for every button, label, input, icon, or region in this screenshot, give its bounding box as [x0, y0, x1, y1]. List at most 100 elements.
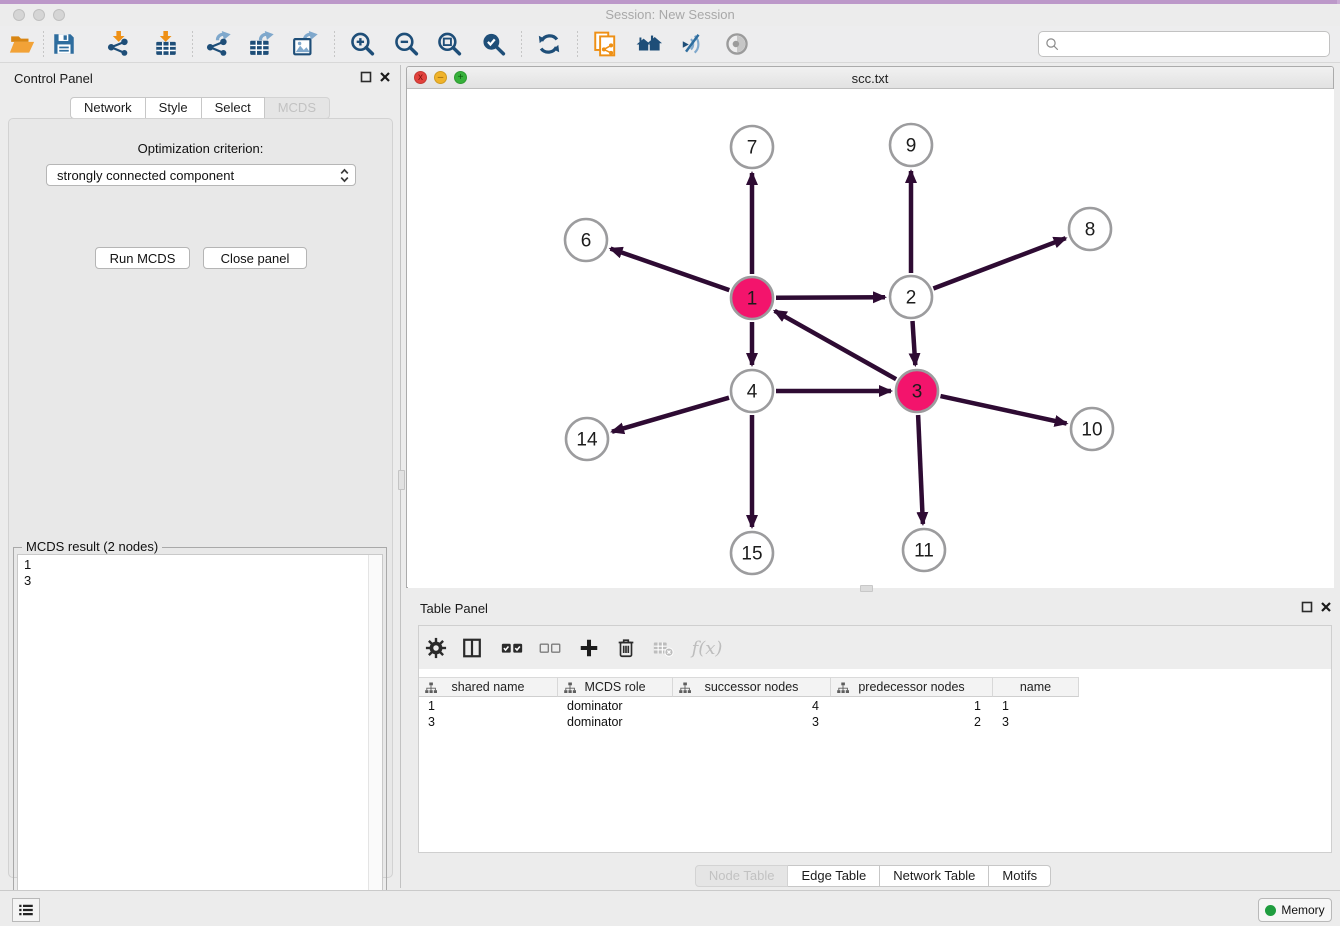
hide-graphics-details-button[interactable]: [677, 29, 707, 59]
column-header-predecessor-nodes[interactable]: predecessor nodes: [831, 677, 993, 697]
show-graphics-eye-button[interactable]: [722, 29, 752, 59]
column-header-successor-nodes[interactable]: successor nodes: [673, 677, 831, 697]
add-row-button[interactable]: [576, 635, 602, 661]
column-header-shared-name[interactable]: shared name: [419, 677, 558, 697]
column-view-button[interactable]: [459, 635, 485, 661]
task-history-button[interactable]: [12, 898, 40, 922]
zoom-fit-icon: [436, 31, 462, 57]
graph-edge-4-14[interactable]: [612, 398, 729, 432]
app-titlebar: Session: New Session: [0, 4, 1340, 26]
table-tabs: Node TableEdge TableNetwork TableMotifs: [406, 865, 1340, 887]
import-table-icon: [153, 31, 179, 57]
graph-node-label: 8: [1085, 220, 1096, 241]
graph-node-2[interactable]: 2: [890, 276, 932, 318]
refresh-view-button[interactable]: [534, 29, 564, 59]
import-table-button[interactable]: [151, 29, 181, 59]
table-cell-predecessor-nodes[interactable]: 1: [831, 698, 993, 714]
graph-edge-1-2[interactable]: [776, 297, 885, 298]
table-close-icon[interactable]: [1318, 599, 1334, 615]
vertical-splitter-grip[interactable]: [398, 470, 405, 490]
attribute-type-icon: [425, 682, 437, 694]
list-icon: [17, 901, 35, 919]
settings-gear-button[interactable]: [423, 635, 449, 661]
close-panel-button[interactable]: Close panel: [203, 247, 307, 269]
optimization-criterion-dropdown[interactable]: strongly connected component: [46, 164, 356, 186]
table-cell-MCDS-role[interactable]: dominator: [558, 698, 673, 714]
table-cell-MCDS-role[interactable]: dominator: [558, 714, 673, 730]
clone-network-button[interactable]: [590, 29, 620, 59]
deselect-all-button[interactable]: [537, 635, 563, 661]
import-network-button[interactable]: [104, 29, 134, 59]
graph-edge-1-6[interactable]: [611, 249, 730, 291]
network-window-titlebar[interactable]: x – + scc.txt: [407, 67, 1333, 89]
zoom-fit-button[interactable]: [434, 29, 464, 59]
tab-select[interactable]: Select: [202, 97, 265, 119]
save-session-icon: [51, 31, 77, 57]
tab-motifs[interactable]: Motifs: [989, 865, 1051, 887]
search-input[interactable]: [1064, 34, 1329, 54]
graph-node-3[interactable]: 3: [896, 370, 938, 412]
table-cell-name[interactable]: 1: [993, 698, 1079, 714]
attribute-type-icon: [564, 682, 576, 694]
graph-node-9[interactable]: 9: [890, 124, 932, 166]
network-canvas[interactable]: 7 9 6 8 1 2 4 3 14 10 15 11: [408, 89, 1334, 588]
graph-node-14[interactable]: 14: [566, 418, 608, 460]
export-image-button[interactable]: [290, 29, 320, 59]
graph-node-7[interactable]: 7: [731, 126, 773, 168]
table-cell-predecessor-nodes[interactable]: 2: [831, 714, 993, 730]
delete-row-button[interactable]: [613, 635, 639, 661]
export-table-button[interactable]: [246, 29, 276, 59]
column-header-MCDS-role[interactable]: MCDS role: [558, 677, 673, 697]
save-session-button[interactable]: [49, 29, 79, 59]
graph-node-11[interactable]: 11: [903, 529, 945, 571]
column-header-name[interactable]: name: [993, 677, 1079, 697]
graph-node-15[interactable]: 15: [731, 532, 773, 574]
result-scrollbar[interactable]: [368, 555, 382, 917]
tab-network-table[interactable]: Network Table: [880, 865, 989, 887]
horizontal-splitter-grip[interactable]: [860, 585, 873, 592]
search-field[interactable]: [1038, 31, 1330, 57]
close-panel-icon[interactable]: [377, 69, 393, 85]
home-button[interactable]: [634, 29, 664, 59]
memory-button[interactable]: Memory: [1258, 898, 1332, 922]
graph-node-1[interactable]: 1: [731, 277, 773, 319]
graph-edge-2-8[interactable]: [933, 238, 1065, 288]
table-float-icon[interactable]: [1299, 599, 1315, 615]
table-cell-shared-name[interactable]: 1: [419, 698, 558, 714]
toolbar-separator: [521, 31, 522, 57]
graph-edge-3-1[interactable]: [775, 311, 897, 379]
table-cell-successor-nodes[interactable]: 4: [673, 698, 831, 714]
run-mcds-button[interactable]: Run MCDS: [95, 247, 190, 269]
graph-node-4[interactable]: 4: [731, 370, 773, 412]
open-file-button[interactable]: [7, 29, 37, 59]
zoom-in-button[interactable]: [347, 29, 377, 59]
zoom-out-button[interactable]: [391, 29, 421, 59]
export-network-button[interactable]: [203, 29, 233, 59]
graph-node-8[interactable]: 8: [1069, 208, 1111, 250]
mcds-result-area[interactable]: 1 3: [17, 554, 383, 918]
tab-edge-table[interactable]: Edge Table: [788, 865, 880, 887]
zoom-selected-button[interactable]: [478, 29, 508, 59]
graph-node-6[interactable]: 6: [565, 219, 607, 261]
graph-edge-3-10[interactable]: [941, 396, 1067, 423]
select-all-button[interactable]: [499, 635, 525, 661]
table-cell-successor-nodes[interactable]: 3: [673, 714, 831, 730]
attribute-type-icon: [679, 682, 691, 694]
graph-node-10[interactable]: 10: [1071, 408, 1113, 450]
control-panel-tabs: NetworkStyleSelectMCDS: [0, 97, 400, 119]
toolbar-separator: [43, 31, 44, 57]
add-row-icon: [578, 637, 600, 659]
mcds-result-title: MCDS result (2 nodes): [22, 539, 162, 554]
tab-network[interactable]: Network: [70, 97, 146, 119]
tab-style[interactable]: Style: [146, 97, 202, 119]
tab-mcds[interactable]: MCDS: [265, 97, 330, 119]
memory-label: Memory: [1281, 903, 1324, 917]
tab-node-table[interactable]: Node Table: [695, 865, 789, 887]
table-toolbar: f(x): [419, 626, 1331, 669]
float-panel-icon[interactable]: [358, 69, 374, 85]
table-cell-shared-name[interactable]: 3: [419, 714, 558, 730]
graph-edge-2-3[interactable]: [913, 321, 916, 365]
graph-node-label: 11: [914, 541, 934, 562]
table-cell-name[interactable]: 3: [993, 714, 1079, 730]
graph-edge-3-11[interactable]: [918, 415, 923, 524]
